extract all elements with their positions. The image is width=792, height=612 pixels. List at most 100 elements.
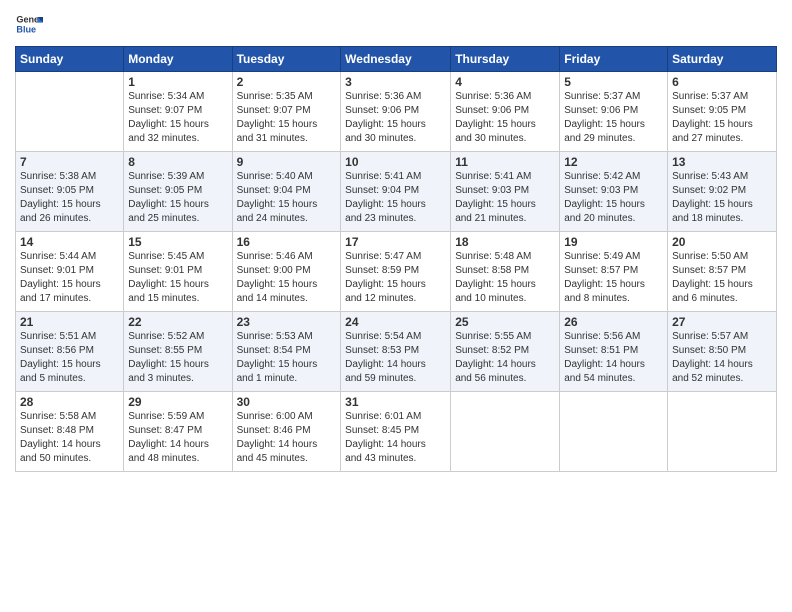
calendar-cell: 10Sunrise: 5:41 AM Sunset: 9:04 PM Dayli… — [341, 152, 451, 232]
calendar-cell: 6Sunrise: 5:37 AM Sunset: 9:05 PM Daylig… — [668, 72, 777, 152]
day-info: Sunrise: 5:35 AM Sunset: 9:07 PM Dayligh… — [237, 90, 337, 146]
calendar-cell: 2Sunrise: 5:35 AM Sunset: 9:07 PM Daylig… — [232, 72, 341, 152]
logo-icon: General Blue — [15, 10, 43, 38]
day-info: Sunrise: 5:56 AM Sunset: 8:51 PM Dayligh… — [564, 330, 663, 386]
day-info: Sunrise: 5:54 AM Sunset: 8:53 PM Dayligh… — [345, 330, 446, 386]
weekday-header-sunday: Sunday — [16, 47, 124, 72]
day-number: 28 — [20, 395, 119, 409]
day-info: Sunrise: 5:36 AM Sunset: 9:06 PM Dayligh… — [455, 90, 555, 146]
day-info: Sunrise: 5:58 AM Sunset: 8:48 PM Dayligh… — [20, 410, 119, 466]
weekday-header-wednesday: Wednesday — [341, 47, 451, 72]
calendar-cell: 21Sunrise: 5:51 AM Sunset: 8:56 PM Dayli… — [16, 312, 124, 392]
day-number: 30 — [237, 395, 337, 409]
day-number: 22 — [128, 315, 227, 329]
day-info: Sunrise: 5:34 AM Sunset: 9:07 PM Dayligh… — [128, 90, 227, 146]
day-number: 5 — [564, 75, 663, 89]
week-row-0: 1Sunrise: 5:34 AM Sunset: 9:07 PM Daylig… — [16, 72, 777, 152]
calendar-cell: 19Sunrise: 5:49 AM Sunset: 8:57 PM Dayli… — [560, 232, 668, 312]
day-number: 18 — [455, 235, 555, 249]
day-info: Sunrise: 5:41 AM Sunset: 9:04 PM Dayligh… — [345, 170, 446, 226]
weekday-header-monday: Monday — [124, 47, 232, 72]
day-info: Sunrise: 5:52 AM Sunset: 8:55 PM Dayligh… — [128, 330, 227, 386]
day-info: Sunrise: 5:50 AM Sunset: 8:57 PM Dayligh… — [672, 250, 772, 306]
day-number: 26 — [564, 315, 663, 329]
day-info: Sunrise: 5:41 AM Sunset: 9:03 PM Dayligh… — [455, 170, 555, 226]
calendar-cell — [451, 392, 560, 472]
day-number: 12 — [564, 155, 663, 169]
day-number: 2 — [237, 75, 337, 89]
calendar-cell: 20Sunrise: 5:50 AM Sunset: 8:57 PM Dayli… — [668, 232, 777, 312]
svg-text:Blue: Blue — [16, 24, 36, 34]
day-info: Sunrise: 5:40 AM Sunset: 9:04 PM Dayligh… — [237, 170, 337, 226]
day-number: 11 — [455, 155, 555, 169]
page-header: General Blue — [15, 10, 777, 38]
day-info: Sunrise: 5:57 AM Sunset: 8:50 PM Dayligh… — [672, 330, 772, 386]
day-info: Sunrise: 5:51 AM Sunset: 8:56 PM Dayligh… — [20, 330, 119, 386]
calendar-cell: 28Sunrise: 5:58 AM Sunset: 8:48 PM Dayli… — [16, 392, 124, 472]
calendar-cell: 8Sunrise: 5:39 AM Sunset: 9:05 PM Daylig… — [124, 152, 232, 232]
day-info: Sunrise: 5:39 AM Sunset: 9:05 PM Dayligh… — [128, 170, 227, 226]
day-number: 7 — [20, 155, 119, 169]
day-number: 27 — [672, 315, 772, 329]
day-number: 9 — [237, 155, 337, 169]
day-number: 17 — [345, 235, 446, 249]
calendar-cell: 22Sunrise: 5:52 AM Sunset: 8:55 PM Dayli… — [124, 312, 232, 392]
calendar-table: SundayMondayTuesdayWednesdayThursdayFrid… — [15, 46, 777, 472]
day-info: Sunrise: 5:38 AM Sunset: 9:05 PM Dayligh… — [20, 170, 119, 226]
week-row-4: 28Sunrise: 5:58 AM Sunset: 8:48 PM Dayli… — [16, 392, 777, 472]
day-number: 1 — [128, 75, 227, 89]
day-info: Sunrise: 5:43 AM Sunset: 9:02 PM Dayligh… — [672, 170, 772, 226]
day-number: 16 — [237, 235, 337, 249]
day-number: 21 — [20, 315, 119, 329]
calendar-cell: 13Sunrise: 5:43 AM Sunset: 9:02 PM Dayli… — [668, 152, 777, 232]
day-number: 4 — [455, 75, 555, 89]
day-number: 8 — [128, 155, 227, 169]
day-info: Sunrise: 5:37 AM Sunset: 9:05 PM Dayligh… — [672, 90, 772, 146]
calendar-cell — [668, 392, 777, 472]
week-row-2: 14Sunrise: 5:44 AM Sunset: 9:01 PM Dayli… — [16, 232, 777, 312]
week-row-3: 21Sunrise: 5:51 AM Sunset: 8:56 PM Dayli… — [16, 312, 777, 392]
weekday-header-friday: Friday — [560, 47, 668, 72]
day-info: Sunrise: 5:48 AM Sunset: 8:58 PM Dayligh… — [455, 250, 555, 306]
day-number: 10 — [345, 155, 446, 169]
calendar-cell: 24Sunrise: 5:54 AM Sunset: 8:53 PM Dayli… — [341, 312, 451, 392]
day-info: Sunrise: 5:46 AM Sunset: 9:00 PM Dayligh… — [237, 250, 337, 306]
day-info: Sunrise: 5:37 AM Sunset: 9:06 PM Dayligh… — [564, 90, 663, 146]
day-number: 25 — [455, 315, 555, 329]
calendar-cell: 5Sunrise: 5:37 AM Sunset: 9:06 PM Daylig… — [560, 72, 668, 152]
day-number: 20 — [672, 235, 772, 249]
day-number: 19 — [564, 235, 663, 249]
calendar-cell: 7Sunrise: 5:38 AM Sunset: 9:05 PM Daylig… — [16, 152, 124, 232]
calendar-cell — [560, 392, 668, 472]
weekday-header-tuesday: Tuesday — [232, 47, 341, 72]
calendar-cell: 23Sunrise: 5:53 AM Sunset: 8:54 PM Dayli… — [232, 312, 341, 392]
day-number: 23 — [237, 315, 337, 329]
day-number: 13 — [672, 155, 772, 169]
day-info: Sunrise: 5:44 AM Sunset: 9:01 PM Dayligh… — [20, 250, 119, 306]
calendar-cell: 15Sunrise: 5:45 AM Sunset: 9:01 PM Dayli… — [124, 232, 232, 312]
weekday-header-thursday: Thursday — [451, 47, 560, 72]
day-number: 29 — [128, 395, 227, 409]
calendar-cell: 9Sunrise: 5:40 AM Sunset: 9:04 PM Daylig… — [232, 152, 341, 232]
calendar-cell — [16, 72, 124, 152]
calendar-cell: 11Sunrise: 5:41 AM Sunset: 9:03 PM Dayli… — [451, 152, 560, 232]
calendar-cell: 30Sunrise: 6:00 AM Sunset: 8:46 PM Dayli… — [232, 392, 341, 472]
day-info: Sunrise: 5:36 AM Sunset: 9:06 PM Dayligh… — [345, 90, 446, 146]
calendar-cell: 12Sunrise: 5:42 AM Sunset: 9:03 PM Dayli… — [560, 152, 668, 232]
calendar-cell: 3Sunrise: 5:36 AM Sunset: 9:06 PM Daylig… — [341, 72, 451, 152]
week-row-1: 7Sunrise: 5:38 AM Sunset: 9:05 PM Daylig… — [16, 152, 777, 232]
day-number: 24 — [345, 315, 446, 329]
day-info: Sunrise: 5:42 AM Sunset: 9:03 PM Dayligh… — [564, 170, 663, 226]
weekday-header-row: SundayMondayTuesdayWednesdayThursdayFrid… — [16, 47, 777, 72]
calendar-cell: 14Sunrise: 5:44 AM Sunset: 9:01 PM Dayli… — [16, 232, 124, 312]
calendar-cell: 4Sunrise: 5:36 AM Sunset: 9:06 PM Daylig… — [451, 72, 560, 152]
day-number: 3 — [345, 75, 446, 89]
calendar-cell: 31Sunrise: 6:01 AM Sunset: 8:45 PM Dayli… — [341, 392, 451, 472]
day-number: 31 — [345, 395, 446, 409]
day-info: Sunrise: 5:47 AM Sunset: 8:59 PM Dayligh… — [345, 250, 446, 306]
calendar-cell: 26Sunrise: 5:56 AM Sunset: 8:51 PM Dayli… — [560, 312, 668, 392]
calendar-cell: 25Sunrise: 5:55 AM Sunset: 8:52 PM Dayli… — [451, 312, 560, 392]
day-info: Sunrise: 6:00 AM Sunset: 8:46 PM Dayligh… — [237, 410, 337, 466]
calendar-cell: 17Sunrise: 5:47 AM Sunset: 8:59 PM Dayli… — [341, 232, 451, 312]
logo: General Blue — [15, 10, 47, 38]
